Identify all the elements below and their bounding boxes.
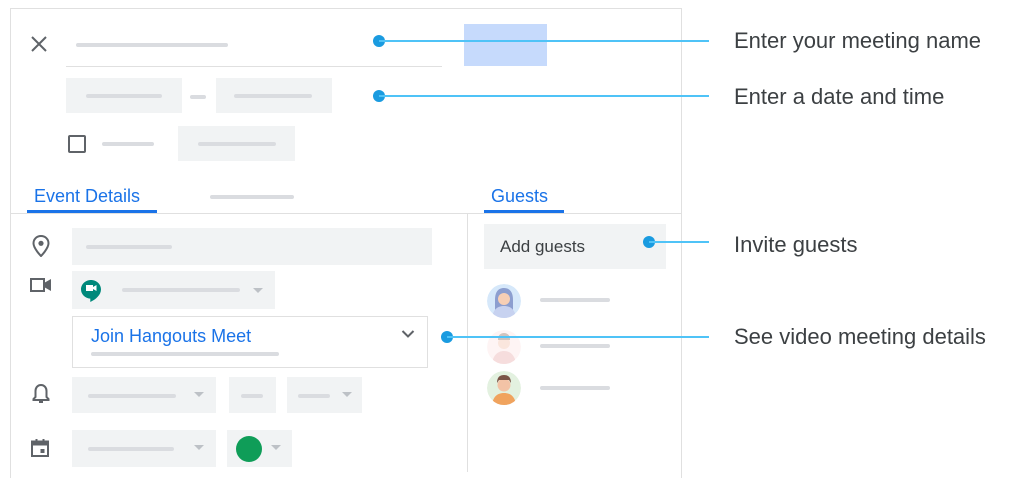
color-swatch xyxy=(236,436,262,462)
video-camera-icon xyxy=(30,278,52,292)
guest-name xyxy=(540,344,610,348)
calendar-select[interactable] xyxy=(72,430,216,467)
join-meet-card[interactable]: Join Hangouts Meet xyxy=(72,316,428,368)
timezone-button[interactable] xyxy=(178,126,295,161)
location-pin-icon xyxy=(32,235,50,257)
start-date-field[interactable] xyxy=(66,78,182,113)
tab-find-a-time[interactable] xyxy=(210,195,294,199)
tab-guests[interactable]: Guests xyxy=(491,186,548,207)
tab-event-details[interactable]: Event Details xyxy=(34,186,140,207)
all-day-checkbox[interactable] xyxy=(68,135,86,153)
notification-amount-field[interactable] xyxy=(229,377,276,413)
callout-line-date-time xyxy=(379,95,709,97)
guest-name xyxy=(540,298,610,302)
add-guests-placeholder: Add guests xyxy=(500,237,586,256)
end-time-field[interactable] xyxy=(216,78,332,113)
callout-invite-guests: Invite guests xyxy=(734,232,858,257)
avatar xyxy=(487,371,521,405)
callout-meeting-name: Enter your meeting name xyxy=(734,28,982,53)
event-color-select[interactable] xyxy=(227,430,292,467)
column-divider xyxy=(467,214,468,472)
tabs-divider xyxy=(11,213,681,214)
chevron-down-icon[interactable] xyxy=(401,329,415,339)
close-icon[interactable] xyxy=(30,35,48,53)
guest-name xyxy=(540,386,610,390)
bell-icon xyxy=(32,383,50,405)
conference-select[interactable] xyxy=(72,271,275,309)
add-guests-input[interactable]: Add guests xyxy=(484,224,666,269)
location-input[interactable] xyxy=(72,228,432,265)
callout-date-time: Enter a date and time xyxy=(734,84,945,109)
callout-line-meeting-name xyxy=(379,40,709,42)
callout-video-details: See video meeting details xyxy=(734,324,986,349)
notification-unit-select[interactable] xyxy=(287,377,362,413)
all-day-label xyxy=(102,142,154,146)
avatar xyxy=(487,284,521,318)
date-separator xyxy=(190,95,206,99)
notification-type-select[interactable] xyxy=(72,377,216,413)
calendar-icon xyxy=(31,439,49,457)
hangouts-meet-icon xyxy=(80,279,102,303)
join-meet-link[interactable]: Join Hangouts Meet xyxy=(91,326,251,347)
save-button[interactable] xyxy=(464,24,547,66)
callout-line-video-details xyxy=(447,336,709,338)
callout-line-invite-guests xyxy=(649,241,709,243)
title-input[interactable] xyxy=(66,28,442,68)
